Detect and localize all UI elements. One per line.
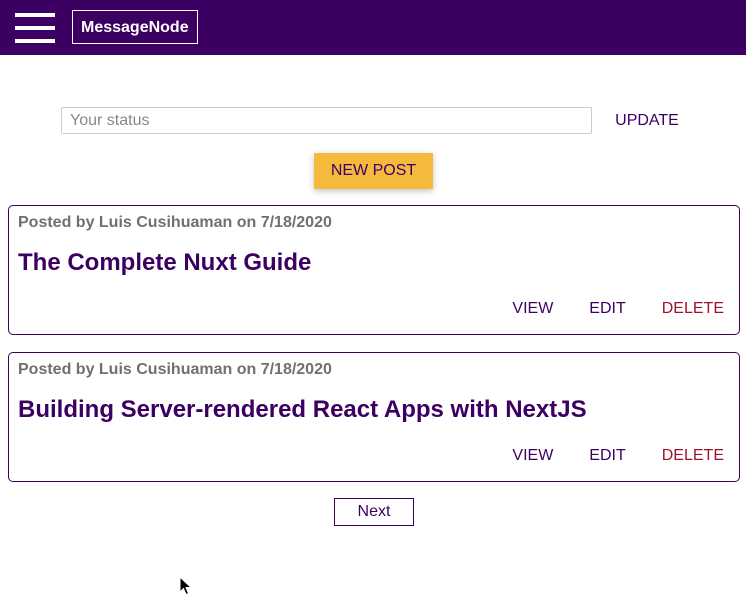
menu-line <box>15 26 55 30</box>
edit-post-button[interactable]: EDIT <box>574 294 640 324</box>
menu-line <box>15 13 55 17</box>
app-logo[interactable]: MessageNode <box>72 10 198 44</box>
post-meta: Posted by Luis Cusihuaman on 7/18/2020 <box>18 361 332 378</box>
status-input[interactable] <box>61 107 592 134</box>
delete-post-button[interactable]: DELETE <box>647 441 739 471</box>
view-post-button[interactable]: VIEW <box>497 441 568 471</box>
hamburger-menu-icon[interactable] <box>15 13 55 43</box>
post-card: Posted by Luis Cusihuaman on 7/18/2020 B… <box>8 352 740 482</box>
post-card: Posted by Luis Cusihuaman on 7/18/2020 T… <box>8 205 740 335</box>
delete-post-button[interactable]: DELETE <box>647 294 739 324</box>
next-page-button[interactable]: Next <box>334 498 414 526</box>
post-actions: VIEW EDIT DELETE <box>491 441 739 471</box>
view-post-button[interactable]: VIEW <box>497 294 568 324</box>
new-post-button[interactable]: NEW POST <box>314 153 433 189</box>
edit-post-button[interactable]: EDIT <box>574 441 640 471</box>
menu-line <box>15 39 55 43</box>
post-actions: VIEW EDIT DELETE <box>491 294 739 324</box>
mouse-cursor-icon <box>179 576 193 596</box>
post-title: Building Server-rendered React Apps with… <box>18 396 587 423</box>
post-title: The Complete Nuxt Guide <box>18 249 312 276</box>
top-navigation-bar: MessageNode <box>0 0 746 55</box>
update-status-button[interactable]: UPDATE <box>606 107 688 134</box>
post-meta: Posted by Luis Cusihuaman on 7/18/2020 <box>18 214 332 231</box>
